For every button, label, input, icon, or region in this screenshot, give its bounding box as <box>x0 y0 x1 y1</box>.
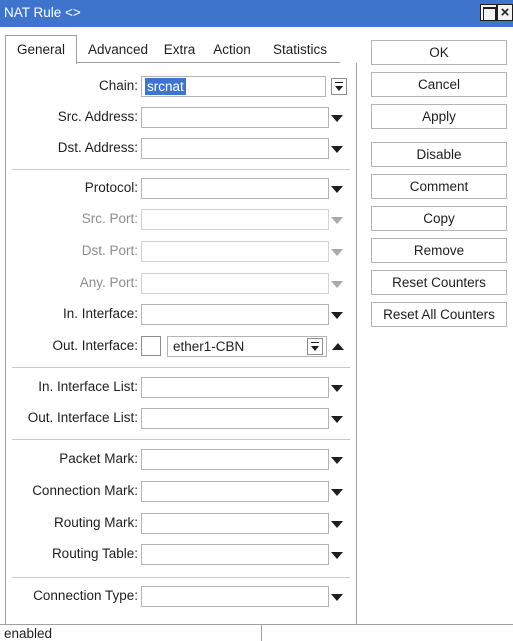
tab-extra[interactable]: Extra <box>156 38 203 63</box>
comment-button[interactable]: Comment <box>371 174 507 199</box>
tab-action[interactable]: Action <box>207 38 257 63</box>
in-interface-list-field[interactable] <box>141 377 329 398</box>
dst-address-label: Dst. Address: <box>57 140 138 155</box>
routing-mark-dropdown-icon[interactable] <box>331 521 343 528</box>
packet-mark-field[interactable] <box>141 449 329 470</box>
close-icon[interactable]: × <box>497 4 513 21</box>
protocol-field[interactable] <box>141 178 329 199</box>
reset-all-counters-button[interactable]: Reset All Counters <box>371 302 507 327</box>
in-interface-list-row: In. Interface List: <box>6 377 356 398</box>
tab-advanced[interactable]: Advanced <box>82 38 154 63</box>
packet-mark-row: Packet Mark: <box>6 449 356 470</box>
separator <box>12 169 350 170</box>
chain-field[interactable]: srcnat <box>141 76 326 97</box>
src-port-dropdown-icon[interactable] <box>331 217 343 224</box>
maximize-icon[interactable] <box>480 4 497 21</box>
out-interface-list-field[interactable] <box>141 408 329 429</box>
chain-row: Chain: srcnat <box>6 76 356 97</box>
dst-address-field[interactable] <box>141 138 329 159</box>
apply-button[interactable]: Apply <box>371 104 507 129</box>
connection-mark-row: Connection Mark: <box>6 481 356 502</box>
status-text: enabled <box>4 626 53 641</box>
chain-label: Chain: <box>98 78 138 93</box>
chain-dropdown-icon[interactable] <box>331 78 347 95</box>
connection-mark-field[interactable] <box>141 481 329 502</box>
protocol-dropdown-icon[interactable] <box>331 186 343 193</box>
in-interface-field[interactable] <box>141 304 329 325</box>
out-interface-dropdown-icon[interactable] <box>307 338 323 355</box>
separator <box>12 439 350 440</box>
ok-button[interactable]: OK <box>371 40 507 65</box>
status-bar: enabled <box>0 624 513 641</box>
routing-table-row: Routing Table: <box>6 544 356 565</box>
src-address-dropdown-icon[interactable] <box>331 115 343 122</box>
src-address-label: Src. Address: <box>57 109 138 124</box>
status-divider <box>261 625 262 641</box>
routing-table-dropdown-icon[interactable] <box>331 552 343 559</box>
out-interface-row: Out. Interface: ether1-CBN <box>6 336 356 357</box>
routing-mark-label: Routing Mark: <box>53 515 138 530</box>
tab-general[interactable]: General <box>5 35 77 64</box>
routing-mark-row: Routing Mark: <box>6 513 356 534</box>
reset-counters-button[interactable]: Reset Counters <box>371 270 507 295</box>
cancel-button[interactable]: Cancel <box>371 72 507 97</box>
dst-address-row: Dst. Address: <box>6 138 356 159</box>
protocol-row: Protocol: <box>6 178 356 199</box>
protocol-label: Protocol: <box>84 180 138 195</box>
any-port-label: Any. Port: <box>79 275 138 290</box>
routing-table-field[interactable] <box>141 544 329 565</box>
separator <box>12 577 350 578</box>
any-port-dropdown-icon[interactable] <box>331 281 343 288</box>
routing-mark-field[interactable] <box>141 513 329 534</box>
in-interface-list-dropdown-icon[interactable] <box>331 385 343 392</box>
src-port-label: Src. Port: <box>81 211 138 226</box>
title-bar[interactable]: NAT Rule <> × <box>0 0 513 27</box>
connection-mark-dropdown-icon[interactable] <box>331 489 343 496</box>
out-interface-list-row: Out. Interface List: <box>6 408 356 429</box>
any-port-row: Any. Port: <box>6 273 356 294</box>
tab-bar: General Advanced Extra Action Statistics <box>5 35 340 64</box>
copy-button[interactable]: Copy <box>371 206 507 231</box>
in-interface-label: In. Interface: <box>62 306 138 321</box>
tab-statistics[interactable]: Statistics <box>262 38 338 63</box>
general-panel: Chain: srcnat Src. Address: Dst. Address… <box>5 63 357 624</box>
out-interface-label: Out. Interface: <box>52 338 138 353</box>
src-address-field[interactable] <box>141 107 329 128</box>
remove-button[interactable]: Remove <box>371 238 507 263</box>
out-interface-negate-checkbox[interactable] <box>141 336 161 356</box>
dst-address-dropdown-icon[interactable] <box>331 146 343 153</box>
dst-port-field[interactable] <box>141 241 329 262</box>
dst-port-label: Dst. Port: <box>81 243 138 258</box>
src-port-field[interactable] <box>141 209 329 230</box>
src-address-row: Src. Address: <box>6 107 356 128</box>
in-interface-dropdown-icon[interactable] <box>331 312 343 319</box>
dst-port-row: Dst. Port: <box>6 241 356 262</box>
out-interface-collapse-icon[interactable] <box>332 343 344 350</box>
packet-mark-label: Packet Mark: <box>59 451 138 466</box>
out-interface-list-label: Out. Interface List: <box>27 410 138 425</box>
connection-type-row: Connection Type: <box>6 586 356 607</box>
src-port-row: Src. Port: <box>6 209 356 230</box>
routing-table-label: Routing Table: <box>51 546 138 561</box>
dst-port-dropdown-icon[interactable] <box>331 249 343 256</box>
window-title: NAT Rule <> <box>4 5 81 20</box>
any-port-field[interactable] <box>141 273 329 294</box>
out-interface-value: ether1-CBN <box>173 339 245 354</box>
in-interface-row: In. Interface: <box>6 304 356 325</box>
connection-type-dropdown-icon[interactable] <box>331 594 343 601</box>
out-interface-field[interactable]: ether1-CBN <box>167 336 327 357</box>
connection-type-label: Connection Type: <box>33 588 138 603</box>
separator <box>12 367 350 368</box>
in-interface-list-label: In. Interface List: <box>38 379 138 394</box>
chain-value: srcnat <box>145 78 186 95</box>
connection-mark-label: Connection Mark: <box>32 483 138 498</box>
out-interface-list-dropdown-icon[interactable] <box>331 416 343 423</box>
connection-type-field[interactable] <box>141 586 329 607</box>
packet-mark-dropdown-icon[interactable] <box>331 457 343 464</box>
disable-button[interactable]: Disable <box>371 142 507 167</box>
